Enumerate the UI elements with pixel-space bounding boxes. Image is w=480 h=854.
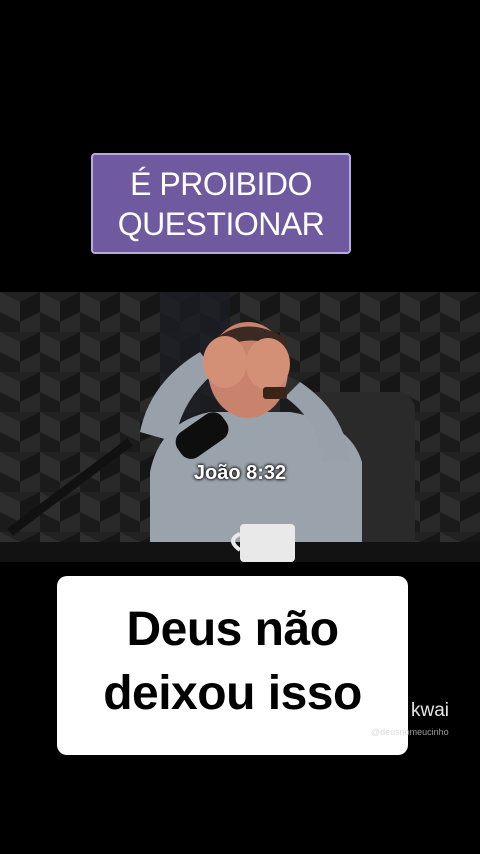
top-caption-line1: É PROIBIDO [130,166,312,202]
kwai-watermark: kwai [390,700,449,722]
kwai-logo-icon [390,703,407,717]
top-caption-banner: É PROIBIDO QUESTIONAR [91,153,351,254]
bottom-caption-card: Deus não deixou isso [57,576,408,755]
kwai-handle: @deusnomeucinho [371,727,449,737]
video-frame[interactable] [0,292,480,562]
kwai-brand: kwai [411,700,450,721]
video-scene [0,292,480,562]
verse-caption: João 8:32 [193,462,287,484]
bottom-caption-line1: Deus não [126,603,339,656]
video-screen: { "top_caption": { "line1": "É PROIBIDO"… [0,0,480,854]
bottom-caption-line2: deixou isso [103,667,362,720]
top-caption-line2: QUESTIONAR [117,206,325,242]
mug [240,524,295,562]
